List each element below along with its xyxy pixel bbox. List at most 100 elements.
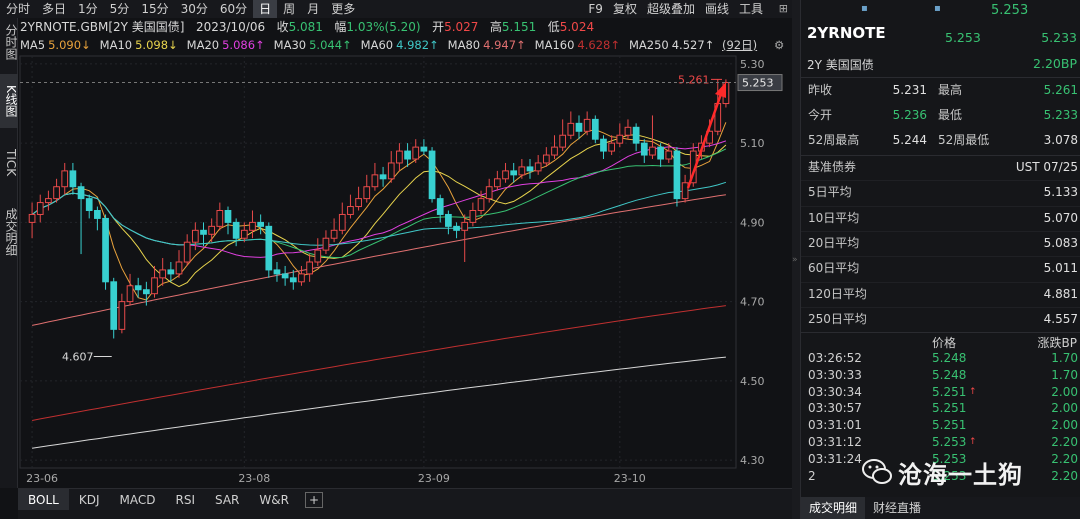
stats-label: 120日平均	[808, 286, 867, 301]
candle-up	[567, 122, 575, 136]
x-tick-label: 23-10	[614, 472, 646, 485]
candle-down	[257, 221, 264, 227]
tab-intraday[interactable]: 分时图	[0, 18, 18, 66]
period-tab[interactable]: 多日	[36, 0, 72, 18]
pin-icon[interactable]: ▪	[934, 3, 941, 14]
tab-macd[interactable]: MACD	[110, 489, 166, 511]
period-tab[interactable]: 1分	[72, 0, 104, 18]
trade-row: 03:30:33 5.248 1.70	[801, 367, 1080, 384]
period-tab[interactable]: 周	[277, 0, 301, 18]
add-indicator-button[interactable]: +	[304, 491, 323, 508]
tab-wr[interactable]: W&R	[249, 489, 299, 511]
trade-row: 03:26:52 5.248 1.70	[801, 350, 1080, 367]
draw-line-button[interactable]: 画线	[700, 0, 734, 18]
candle-down	[526, 166, 534, 172]
candle-up	[338, 213, 346, 231]
kline-chart[interactable]: 5.30 5.10 4.90 4.70 4.50 4.30 23-06 23-08 23-09 2…	[18, 54, 792, 488]
period-tab[interactable]: 分时	[0, 0, 36, 18]
chevron-right-icon: »	[792, 255, 798, 265]
ma-value: 5.098↓	[135, 38, 178, 52]
tools-button[interactable]: 工具	[734, 0, 768, 18]
candle-up	[249, 221, 256, 231]
period-tab[interactable]: 月	[301, 0, 325, 18]
tab-sar[interactable]: SAR	[205, 489, 249, 511]
candle-down	[632, 126, 640, 144]
tab-tick[interactable]: TICK	[0, 136, 18, 190]
collapse-panel-handle[interactable]: »	[792, 0, 800, 519]
trade-time: 03:30:33	[808, 367, 862, 382]
divider	[801, 180, 1080, 182]
ma-value: 4.527↑	[671, 38, 715, 52]
grid-icon[interactable]: ⊞	[779, 2, 788, 15]
tab-kline[interactable]: K线图	[0, 74, 18, 128]
candle-down	[420, 146, 428, 152]
candle-down	[167, 269, 175, 275]
adjust-button[interactable]: 复权	[608, 0, 642, 18]
ma-label: MA30	[273, 38, 307, 52]
candle-down	[77, 186, 85, 200]
ma-label: MA5	[20, 38, 46, 52]
gear-icon[interactable]: ⚙	[774, 36, 784, 54]
ma-value: 4.982↑	[396, 38, 439, 52]
candle-down	[404, 150, 411, 160]
period-tab-daily[interactable]: 日	[253, 0, 278, 18]
candle-down	[510, 170, 518, 176]
stats-row: 120日平均 4.881	[801, 282, 1080, 307]
candle-up	[469, 210, 477, 223]
low-marker-label: 4.607	[62, 350, 94, 363]
days-count-label[interactable]: (92日)	[722, 36, 757, 54]
y-tick-label: 4.90	[740, 216, 765, 229]
candle-up	[175, 261, 183, 275]
tab-boll[interactable]: BOLL	[18, 488, 69, 511]
wechat-icon	[862, 459, 892, 484]
f9-button[interactable]: F9	[583, 0, 608, 18]
candle-down	[110, 281, 118, 330]
view-tabs: 分时图 K线图 TICK 成交明细	[0, 18, 18, 488]
stats-row: 250日平均 4.557	[801, 307, 1080, 332]
candle-up	[542, 154, 550, 164]
ma-value: 4.628↑	[577, 38, 620, 52]
stats-value: 4.557	[1043, 311, 1078, 326]
candle-down	[200, 229, 207, 235]
divider	[801, 281, 1080, 283]
candle-up	[518, 166, 526, 176]
period-tab[interactable]: 30分	[175, 0, 214, 18]
ma-value: 5.090↓	[48, 38, 91, 52]
tab-kdj[interactable]: KDJ	[69, 489, 110, 511]
candle-up	[183, 241, 191, 263]
candle-down	[232, 221, 240, 239]
scroll-bar[interactable]	[18, 510, 792, 519]
candle-down	[85, 198, 93, 212]
tab-rsi[interactable]: RSI	[165, 489, 205, 511]
more-periods-tab[interactable]: 更多	[325, 0, 361, 18]
candle-down	[379, 174, 387, 180]
candle-up	[61, 170, 69, 188]
trade-price: 5.248	[932, 367, 967, 382]
tab-trade-details[interactable]: 成交明细	[0, 198, 18, 266]
period-tab[interactable]: 60分	[214, 0, 253, 18]
candle-up	[306, 261, 313, 275]
ma-label: MA80	[447, 38, 481, 52]
candle-down	[224, 210, 232, 223]
bp-change: 2.20BP	[1033, 56, 1077, 71]
candle-down	[289, 277, 297, 283]
pin-icon[interactable]: ▪	[861, 3, 868, 14]
candle-up	[494, 178, 501, 188]
tab-finance-live[interactable]: 财经直播	[865, 497, 929, 519]
x-tick-label: 23-08	[238, 472, 270, 485]
quote-label: 52周最高	[808, 133, 860, 147]
y-tick-label: 5.30	[740, 58, 765, 71]
period-tab[interactable]: 5分	[104, 0, 136, 18]
stats-row: 60日平均 5.011	[801, 256, 1080, 281]
low-label: 低	[547, 20, 560, 34]
candle-up	[551, 146, 558, 156]
candle-up	[665, 150, 673, 160]
period-tab[interactable]: 15分	[135, 0, 174, 18]
candle-down	[273, 269, 281, 275]
open-label: 开	[432, 20, 445, 34]
tab-trade-details[interactable]: 成交明细	[801, 497, 866, 519]
quote-row: 今开 5.236 最低 5.233	[801, 103, 1080, 128]
overlay-button[interactable]: 超级叠加	[642, 0, 700, 18]
stats-value: 5.133	[1043, 185, 1078, 200]
trade-time: 2	[808, 468, 816, 483]
